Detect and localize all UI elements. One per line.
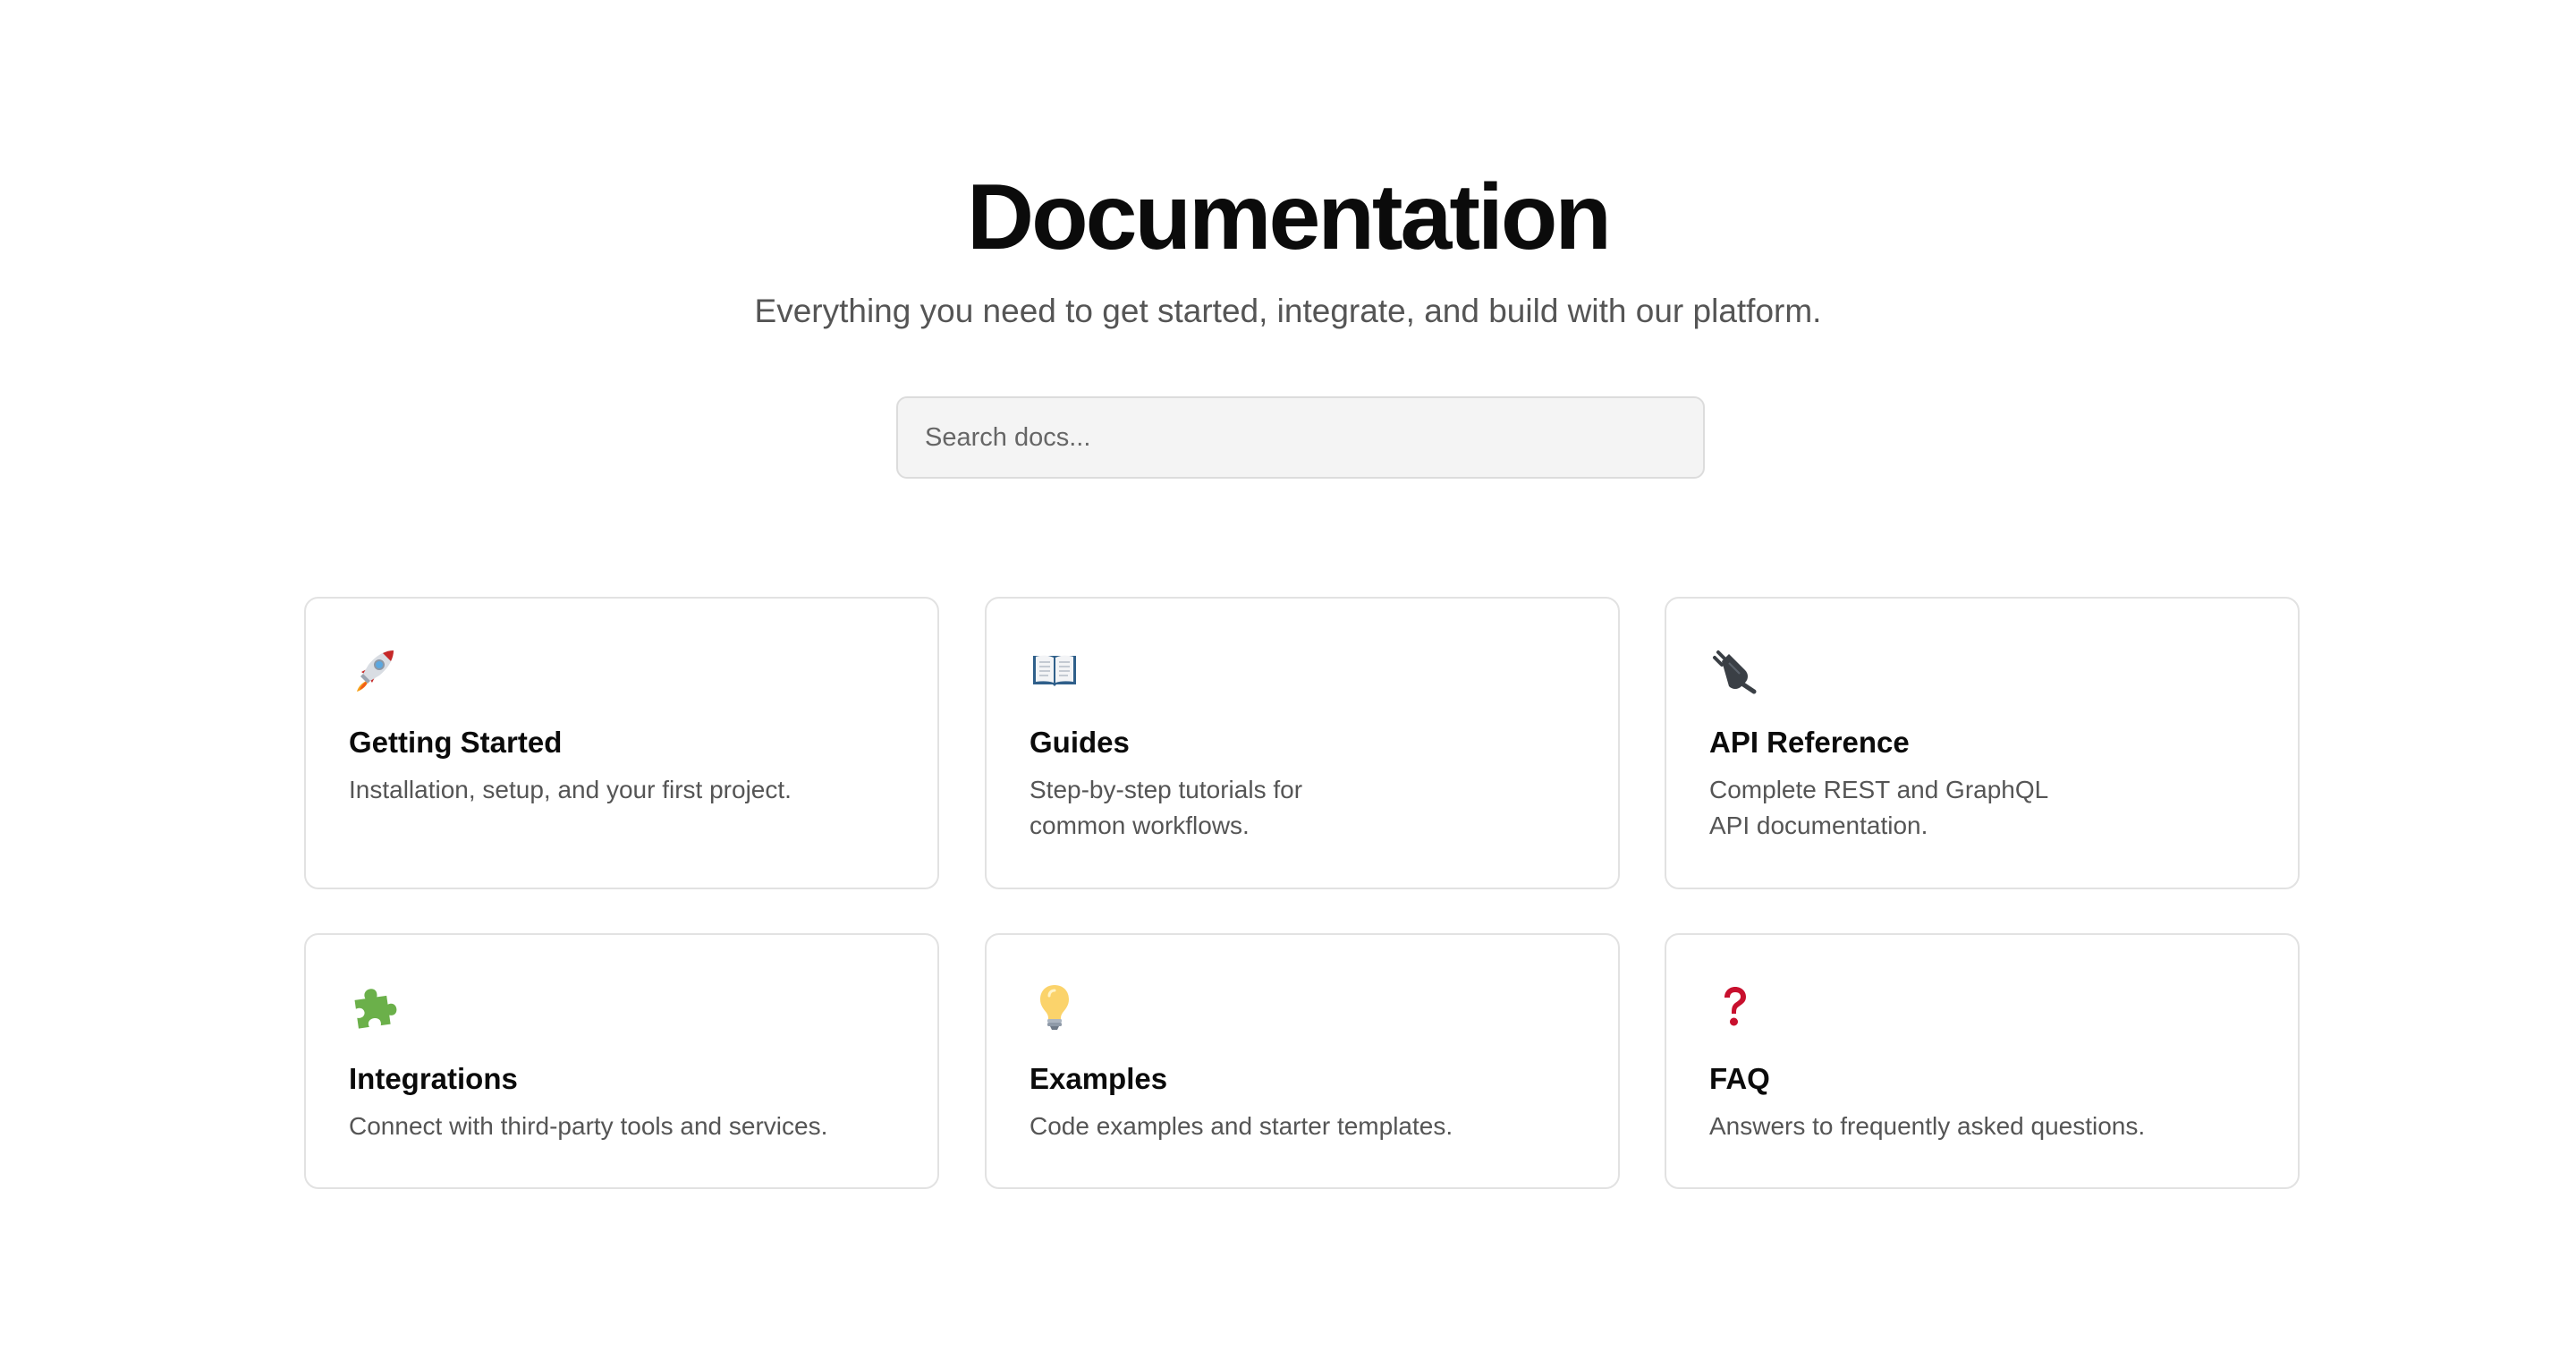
puzzle-piece-icon [349, 981, 399, 1032]
question-mark-icon [1709, 981, 1759, 1032]
light-bulb-icon [1030, 981, 1080, 1032]
search-bar [896, 396, 1705, 479]
card-description: Installation, setup, and your first proj… [349, 776, 792, 803]
page-title: Documentation [967, 166, 1612, 269]
card-faq[interactable]: FAQ Answers to frequently asked question… [1665, 933, 2300, 1189]
card-description: Answers to frequently asked questions. [1709, 1112, 2146, 1140]
card-guides[interactable]: Guides Step-by-step tutorials for common… [985, 597, 1620, 889]
card-description: Connect with third-party tools and servi… [349, 1112, 828, 1140]
page-subtitle: Everything you need to get started, inte… [754, 293, 1822, 329]
rocket-icon [349, 645, 399, 695]
card-description: Code examples and starter templates. [1030, 1112, 1453, 1140]
card-title: FAQ [1709, 1062, 1770, 1095]
card-description: Step-by-step tutorials for common workfl… [1030, 776, 1303, 839]
card-description: Complete REST and GraphQL API documentat… [1709, 776, 2048, 839]
open-book-icon [1030, 645, 1080, 695]
card-title: Examples [1030, 1062, 1168, 1095]
card-title: Guides [1030, 726, 1130, 759]
card-title: Getting Started [349, 726, 563, 759]
card-api-reference[interactable]: API Reference Complete REST and GraphQL … [1665, 597, 2300, 889]
card-title: API Reference [1709, 726, 1910, 759]
card-integrations[interactable]: Integrations Connect with third-party to… [304, 933, 939, 1189]
electric-plug-icon [1709, 645, 1759, 695]
search-input[interactable] [896, 396, 1705, 479]
card-examples[interactable]: Examples Code examples and starter templ… [985, 933, 1620, 1189]
card-getting-started[interactable]: Getting Started Installation, setup, and… [304, 597, 939, 889]
card-title: Integrations [349, 1062, 518, 1095]
